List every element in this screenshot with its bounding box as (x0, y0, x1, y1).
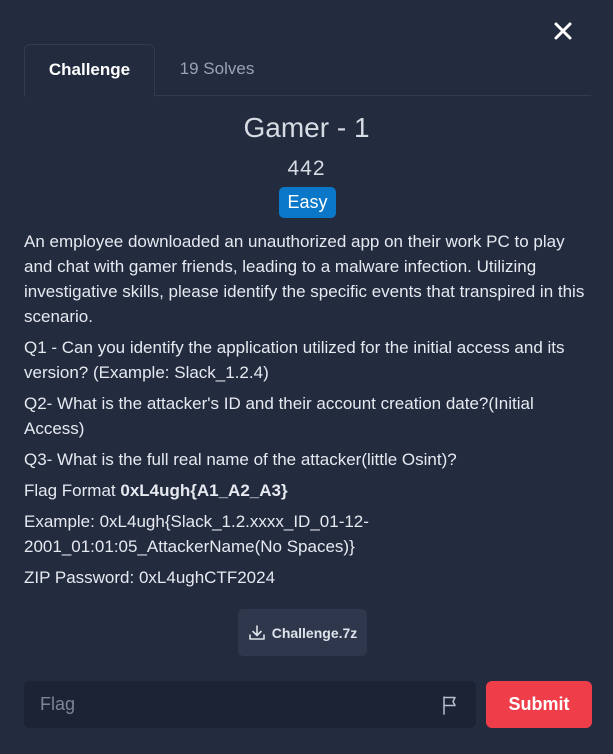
difficulty-badge: Easy (279, 187, 336, 218)
download-icon (248, 624, 265, 640)
submit-button[interactable]: Submit (486, 681, 592, 728)
flag-input[interactable] (24, 681, 424, 728)
flag-format-label: Flag Format (24, 481, 121, 500)
question-3: Q3- What is the full real name of the at… (24, 450, 457, 469)
challenge-points: 442 (287, 157, 326, 180)
flag-format-value: 0xL4ugh{A1_A2_A3} (120, 481, 288, 500)
close-icon (554, 22, 572, 40)
download-label: Challenge.7z (271, 624, 358, 641)
flag-icon (443, 696, 456, 715)
tab-solves[interactable]: 19 Solves (169, 44, 265, 94)
flag-format: Flag Format 0xL4ugh{A1_A2_A3} (24, 478, 591, 503)
download-button[interactable]: Challenge.7z (238, 609, 367, 656)
zip-password: ZIP Password: 0xL4ughCTF2024 (24, 568, 276, 587)
question-1: Q1 - Can you identify the application ut… (24, 338, 565, 382)
question-2: Q2- What is the attacker's ID and their … (24, 394, 534, 438)
close-button[interactable] (550, 18, 576, 44)
description-text: An employee downloaded an unauthorized a… (24, 232, 585, 326)
tab-challenge[interactable]: Challenge (24, 44, 155, 97)
tab-bar: Challenge 19 Solves (24, 44, 591, 97)
flag-field (24, 681, 476, 728)
challenge-title: Gamer - 1 (243, 112, 370, 143)
flag-example: Example: 0xL4ugh{Slack_1.2.xxxx_ID_01-12… (24, 512, 369, 556)
challenge-description: An employee downloaded an unauthorized a… (24, 229, 591, 596)
